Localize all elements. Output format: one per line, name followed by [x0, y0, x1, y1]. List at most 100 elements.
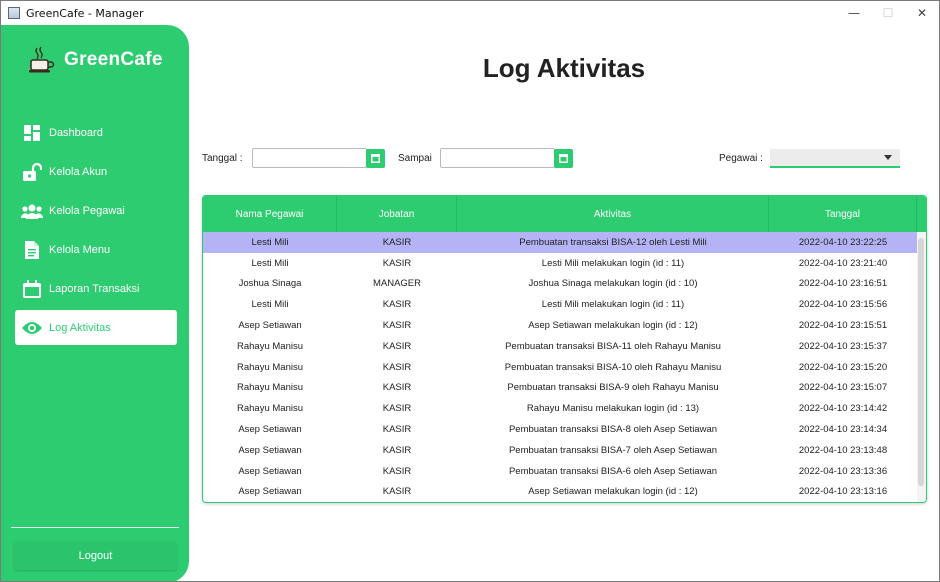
eye-icon — [21, 317, 43, 339]
users-icon — [21, 200, 43, 222]
app-window: GreenCafe - Manager — ☐ ✕ GreenCafe Dash… — [0, 0, 940, 582]
cell-tanggal: 2022-04-10 23:13:36 — [798, 465, 888, 477]
cell-aktivitas: Pembuatan transaksi BISA-9 oleh Rahayu M… — [507, 382, 719, 394]
sidebar-item-label: Kelola Akun — [49, 165, 108, 178]
cell-jobatan: KASIR — [382, 403, 412, 415]
cell-aktivitas: Pembuatan transaksi BISA-7 oleh Asep Set… — [508, 444, 718, 456]
cell-tanggal: 2022-04-10 23:13:16 — [798, 486, 888, 498]
table-row[interactable]: Asep Setiawan KASIR Pembuatan transaksi BI… — [203, 461, 917, 482]
cell-aktivitas: Joshua Sinaga melakukan login (id : 10) — [528, 278, 698, 290]
cell-nama-pegawai: Asep Setiawan — [238, 320, 302, 332]
cell-jobatan: KASIR — [382, 340, 412, 352]
table-header: Nama Pegawai Jobatan Aktivitas Tanggal — [203, 196, 926, 232]
sampai-date-field[interactable] — [440, 148, 555, 168]
cell-aktivitas: Pembuatan transaksi BISA-12 oleh Lesti M… — [519, 236, 707, 248]
cell-jobatan: KASIR — [382, 486, 412, 498]
cell-nama-pegawai: Asep Setiawan — [238, 465, 302, 477]
sidebar-item-label: Dashboard — [49, 126, 103, 139]
sidebar-item-label: Laporan Transaksi — [49, 282, 140, 295]
cell-tanggal: 2022-04-10 23:13:48 — [798, 444, 888, 456]
cell-jobatan: KASIR — [382, 361, 412, 373]
sidebar-item-kelola-menu[interactable]: Kelola Menu — [15, 232, 177, 267]
cell-nama-pegawai: Lesti Mili — [251, 299, 289, 311]
table-body: Lesti Mili KASIR Pembuatan transaksi BISA-… — [203, 232, 917, 502]
cell-tanggal: 2022-04-10 23:14:34 — [798, 424, 888, 436]
cell-tanggal: 2022-04-10 23:16:51 — [798, 278, 888, 290]
cell-nama-pegawai: Asep Setiawan — [238, 486, 302, 498]
table-row[interactable]: Lesti Mili KASIR Lesti Mili melakukan logi… — [203, 253, 917, 274]
cell-aktivitas: Lesti Mili melakukan login (id : 11) — [541, 299, 685, 311]
table-row[interactable]: Asep Setiawan KASIR Pembuatan transaksi BI… — [203, 440, 917, 461]
table-row[interactable]: Asep Setiawan KASIR Asep Setiawan melakuka… — [203, 482, 917, 502]
cell-jobatan: KASIR — [382, 257, 412, 269]
cell-aktivitas: Rahayu Manisu melakukan login (id : 13) — [526, 403, 700, 415]
cell-tanggal: 2022-04-10 23:14:42 — [798, 403, 888, 415]
cell-tanggal: 2022-04-10 23:15:07 — [798, 382, 888, 394]
tanggal-calendar-button[interactable] — [366, 149, 385, 168]
sidebar-item-laporan-transaksi[interactable]: Laporan Transaksi — [15, 271, 177, 306]
cell-tanggal: 2022-04-10 23:15:20 — [798, 361, 888, 373]
table-row[interactable]: Lesti Mili KASIR Pembuatan transaksi BISA-… — [203, 232, 917, 253]
sidebar-item-dashboard[interactable]: Dashboard — [15, 115, 177, 150]
sidebar-item-log-aktivitas[interactable]: Log Aktivitas — [15, 310, 177, 345]
column-header-spacer — [917, 196, 926, 232]
cell-nama-pegawai: Asep Setiawan — [238, 444, 302, 456]
cell-nama-pegawai: Rahayu Manisu — [236, 361, 303, 373]
close-button[interactable]: ✕ — [905, 1, 939, 25]
sidebar-item-kelola-pegawai[interactable]: Kelola Pegawai — [15, 193, 177, 228]
table-row[interactable]: Rahayu Manisu KASIR Rahayu Manisu melakuka… — [203, 398, 917, 419]
scrollbar-thumb[interactable] — [918, 238, 924, 486]
cell-aktivitas: Asep Setiawan melakukan login (id : 12) — [528, 320, 698, 332]
table-row[interactable]: Joshua Sinaga MANAGER Joshua Sinaga melaku… — [203, 274, 917, 295]
window-title: GreenCafe - Manager — [26, 6, 144, 20]
minimize-button[interactable]: — — [837, 1, 871, 25]
dashboard-icon — [21, 122, 43, 144]
cell-jobatan: KASIR — [382, 299, 412, 311]
table-row[interactable]: Rahayu Manisu KASIR Pembuatan transaksi BI… — [203, 336, 917, 357]
cell-jobatan: KASIR — [382, 424, 412, 436]
table-row[interactable]: Rahayu Manisu KASIR Pembuatan transaksi BI… — [203, 378, 917, 399]
sampai-calendar-button[interactable] — [554, 149, 573, 168]
unlock-icon — [21, 161, 43, 183]
cell-nama-pegawai: Rahayu Manisu — [236, 403, 303, 415]
cell-tanggal: 2022-04-10 23:15:56 — [798, 299, 888, 311]
maximize-button[interactable]: ☐ — [871, 1, 905, 25]
page-title: Log Aktivitas — [482, 53, 646, 83]
title-bar: GreenCafe - Manager — ☐ ✕ — [1, 1, 939, 25]
pegawai-label: Pegawai : — [719, 153, 763, 164]
brand: GreenCafe — [27, 45, 163, 75]
sidebar-nav: Dashboard Kelola Akun Kelola Pegawai Kel… — [15, 115, 177, 349]
column-header-nama-pegawai[interactable]: Nama Pegawai — [203, 196, 337, 232]
column-header-tanggal[interactable]: Tanggal — [769, 196, 917, 232]
pegawai-select[interactable] — [770, 149, 900, 168]
column-header-jobatan[interactable]: Jobatan — [337, 196, 457, 232]
table-row[interactable]: Lesti Mili KASIR Lesti Mili melakukan logi… — [203, 294, 917, 315]
cell-jobatan: KASIR — [382, 465, 412, 477]
sidebar-item-label: Kelola Pegawai — [49, 204, 125, 217]
cell-aktivitas: Pembuatan transaksi BISA-10 oleh Rahayu … — [504, 361, 722, 373]
table-row[interactable]: Asep Setiawan KASIR Asep Setiawan melakuka… — [203, 315, 917, 336]
cell-nama-pegawai: Lesti Mili — [251, 257, 289, 269]
cell-jobatan: MANAGER — [372, 278, 422, 290]
table-scrollbar[interactable] — [917, 232, 926, 502]
sampai-label: Sampai — [398, 153, 432, 164]
cell-tanggal: 2022-04-10 23:15:51 — [798, 320, 888, 332]
app-icon — [8, 7, 20, 19]
column-header-aktivitas[interactable]: Aktivitas — [457, 196, 769, 232]
cell-aktivitas: Pembuatan transaksi BISA-11 oleh Rahayu … — [505, 340, 721, 352]
sidebar-item-kelola-akun[interactable]: Kelola Akun — [15, 154, 177, 189]
cell-nama-pegawai: Rahayu Manisu — [236, 382, 303, 394]
cell-aktivitas: Asep Setiawan melakukan login (id : 12) — [528, 486, 698, 498]
table-row[interactable]: Asep Setiawan KASIR Pembuatan transaksi BI… — [203, 419, 917, 440]
sidebar-item-label: Log Aktivitas — [49, 321, 111, 334]
cell-jobatan: KASIR — [382, 236, 412, 248]
table-row[interactable]: Rahayu Manisu KASIR Pembuatan transaksi BI… — [203, 357, 917, 378]
tanggal-date-field[interactable] — [252, 148, 367, 168]
calendar-icon — [21, 278, 43, 300]
cell-aktivitas: Lesti Mili melakukan login (id : 11) — [541, 257, 685, 269]
logout-button[interactable]: Logout — [14, 542, 177, 570]
sidebar-divider — [11, 527, 179, 528]
chevron-down-icon — [884, 155, 892, 160]
document-icon — [21, 239, 43, 261]
cell-jobatan: KASIR — [382, 444, 412, 456]
